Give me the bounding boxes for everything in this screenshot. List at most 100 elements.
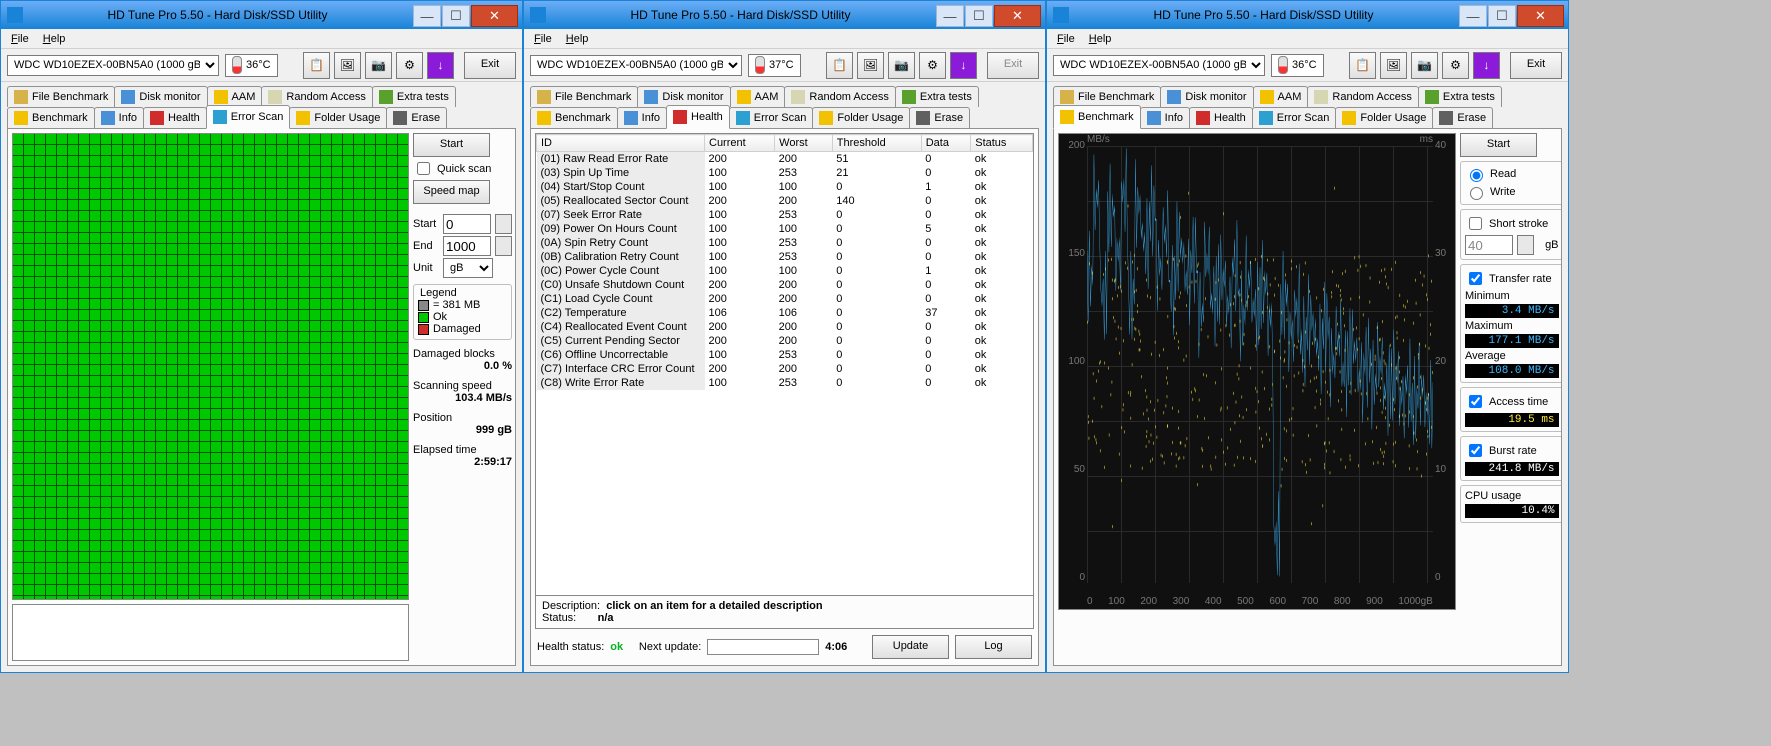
tab-random-access[interactable]: Random Access: [1307, 86, 1418, 107]
smart-table[interactable]: ID Current Worst Threshold Data Status (…: [535, 133, 1034, 596]
maximize-button[interactable]: ☐: [442, 5, 470, 27]
tab-extra-tests[interactable]: Extra tests: [895, 86, 979, 107]
tab-error-scan[interactable]: Error Scan: [206, 105, 291, 129]
copy-screenshot-button[interactable]: 🖼: [857, 52, 884, 79]
close-button[interactable]: ✕: [1517, 5, 1564, 27]
table-row[interactable]: (C8) Write Error Rate10025300ok: [537, 376, 1033, 390]
maximize-button[interactable]: ☐: [965, 5, 993, 27]
burst-rate-checkbox[interactable]: Burst rate: [1465, 441, 1559, 460]
start-input[interactable]: [443, 214, 491, 234]
titlebar[interactable]: HD Tune Pro 5.50 - Hard Disk/SSD Utility…: [524, 1, 1045, 29]
tab-file-benchmark[interactable]: File Benchmark: [1053, 86, 1161, 107]
minimize-button[interactable]: —: [936, 5, 964, 27]
table-row[interactable]: (C4) Reallocated Event Count20020000ok: [537, 320, 1033, 334]
menu-help[interactable]: Help: [37, 32, 72, 46]
copy-info-button[interactable]: 📋: [1349, 52, 1376, 79]
maximize-button[interactable]: ☐: [1488, 5, 1516, 27]
col-worst[interactable]: Worst: [775, 135, 833, 152]
tab-info[interactable]: Info: [1140, 107, 1190, 128]
minimize-button[interactable]: —: [413, 5, 441, 27]
tab-benchmark[interactable]: Benchmark: [1053, 105, 1141, 129]
table-row[interactable]: (04) Start/Stop Count10010001ok: [537, 180, 1033, 194]
options-button[interactable]: ⚙: [396, 52, 423, 79]
table-row[interactable]: (C1) Load Cycle Count20020000ok: [537, 292, 1033, 306]
exit-button[interactable]: Exit: [987, 52, 1039, 79]
transfer-rate-checkbox[interactable]: Transfer rate: [1465, 269, 1559, 288]
tab-info[interactable]: Info: [617, 107, 667, 128]
tab-random-access[interactable]: Random Access: [784, 86, 895, 107]
options-button[interactable]: ⚙: [919, 52, 946, 79]
tab-error-scan[interactable]: Error Scan: [729, 107, 814, 128]
minimize-button[interactable]: —: [1459, 5, 1487, 27]
minimize-tray-button[interactable]: ↓: [1473, 52, 1500, 79]
tab-erase[interactable]: Erase: [909, 107, 970, 128]
table-row[interactable]: (09) Power On Hours Count10010005ok: [537, 222, 1033, 236]
drive-select[interactable]: WDC WD10EZEX-00BN5A0 (1000 gB): [1053, 55, 1265, 76]
tab-error-scan[interactable]: Error Scan: [1252, 107, 1337, 128]
menu-file[interactable]: File: [5, 32, 35, 46]
save-button[interactable]: 📷: [365, 52, 392, 79]
table-row[interactable]: (0A) Spin Retry Count10025300ok: [537, 236, 1033, 250]
save-button[interactable]: 📷: [888, 52, 915, 79]
start-button[interactable]: Start: [1460, 133, 1537, 157]
menu-file[interactable]: File: [1051, 32, 1081, 46]
col-id[interactable]: ID: [537, 135, 705, 152]
tab-folder-usage[interactable]: Folder Usage: [1335, 107, 1433, 128]
tab-info[interactable]: Info: [94, 107, 144, 128]
tab-health[interactable]: Health: [666, 105, 730, 129]
table-row[interactable]: (05) Reallocated Sector Count2002001400o…: [537, 194, 1033, 208]
read-radio[interactable]: Read: [1465, 166, 1559, 182]
copy-screenshot-button[interactable]: 🖼: [1380, 52, 1407, 79]
tab-extra-tests[interactable]: Extra tests: [1418, 86, 1502, 107]
table-row[interactable]: (01) Raw Read Error Rate200200510ok: [537, 152, 1033, 167]
tab-erase[interactable]: Erase: [386, 107, 447, 128]
write-radio[interactable]: Write: [1465, 184, 1559, 200]
drive-select[interactable]: WDC WD10EZEX-00BN5A0 (1000 gB): [7, 55, 219, 76]
start-spinner[interactable]: [495, 214, 512, 234]
col-threshold[interactable]: Threshold: [832, 135, 921, 152]
tab-benchmark[interactable]: Benchmark: [7, 107, 95, 128]
table-row[interactable]: (C0) Unsafe Shutdown Count20020000ok: [537, 278, 1033, 292]
table-row[interactable]: (C6) Offline Uncorrectable10025300ok: [537, 348, 1033, 362]
tab-health[interactable]: Health: [1189, 107, 1253, 128]
copy-info-button[interactable]: 📋: [826, 52, 853, 79]
start-button[interactable]: Start: [413, 133, 490, 157]
tab-benchmark[interactable]: Benchmark: [530, 107, 618, 128]
table-row[interactable]: (C7) Interface CRC Error Count20020000ok: [537, 362, 1033, 376]
col-status[interactable]: Status: [971, 135, 1033, 152]
tab-disk-monitor[interactable]: Disk monitor: [114, 86, 207, 107]
col-data[interactable]: Data: [921, 135, 971, 152]
table-row[interactable]: (C2) Temperature106106037ok: [537, 306, 1033, 320]
tab-aam[interactable]: AAM: [730, 86, 786, 107]
table-row[interactable]: (C5) Current Pending Sector20020000ok: [537, 334, 1033, 348]
table-row[interactable]: (07) Seek Error Rate10025300ok: [537, 208, 1033, 222]
minimize-tray-button[interactable]: ↓: [427, 52, 454, 79]
titlebar[interactable]: HD Tune Pro 5.50 - Hard Disk/SSD Utility…: [1047, 1, 1568, 29]
exit-button[interactable]: Exit: [1510, 52, 1562, 79]
end-input[interactable]: [443, 236, 491, 256]
unit-select[interactable]: gB: [443, 258, 493, 278]
table-row[interactable]: (0C) Power Cycle Count10010001ok: [537, 264, 1033, 278]
tab-folder-usage[interactable]: Folder Usage: [289, 107, 387, 128]
options-button[interactable]: ⚙: [1442, 52, 1469, 79]
tab-file-benchmark[interactable]: File Benchmark: [7, 86, 115, 107]
end-spinner[interactable]: [495, 236, 512, 256]
access-time-checkbox[interactable]: Access time: [1465, 392, 1559, 411]
copy-screenshot-button[interactable]: 🖼: [334, 52, 361, 79]
short-stroke-checkbox[interactable]: Short stroke: [1465, 214, 1559, 233]
tab-extra-tests[interactable]: Extra tests: [372, 86, 456, 107]
close-button[interactable]: ✕: [471, 5, 518, 27]
menu-help[interactable]: Help: [1083, 32, 1118, 46]
tab-disk-monitor[interactable]: Disk monitor: [1160, 86, 1253, 107]
tab-erase[interactable]: Erase: [1432, 107, 1493, 128]
tab-aam[interactable]: AAM: [1253, 86, 1309, 107]
drive-select[interactable]: WDC WD10EZEX-00BN5A0 (1000 gB): [530, 55, 742, 76]
exit-button[interactable]: Exit: [464, 52, 516, 79]
save-button[interactable]: 📷: [1411, 52, 1438, 79]
menu-file[interactable]: File: [528, 32, 558, 46]
tab-file-benchmark[interactable]: File Benchmark: [530, 86, 638, 107]
log-button[interactable]: Log: [955, 635, 1032, 659]
menu-help[interactable]: Help: [560, 32, 595, 46]
table-row[interactable]: (03) Spin Up Time100253210ok: [537, 166, 1033, 180]
tab-random-access[interactable]: Random Access: [261, 86, 372, 107]
